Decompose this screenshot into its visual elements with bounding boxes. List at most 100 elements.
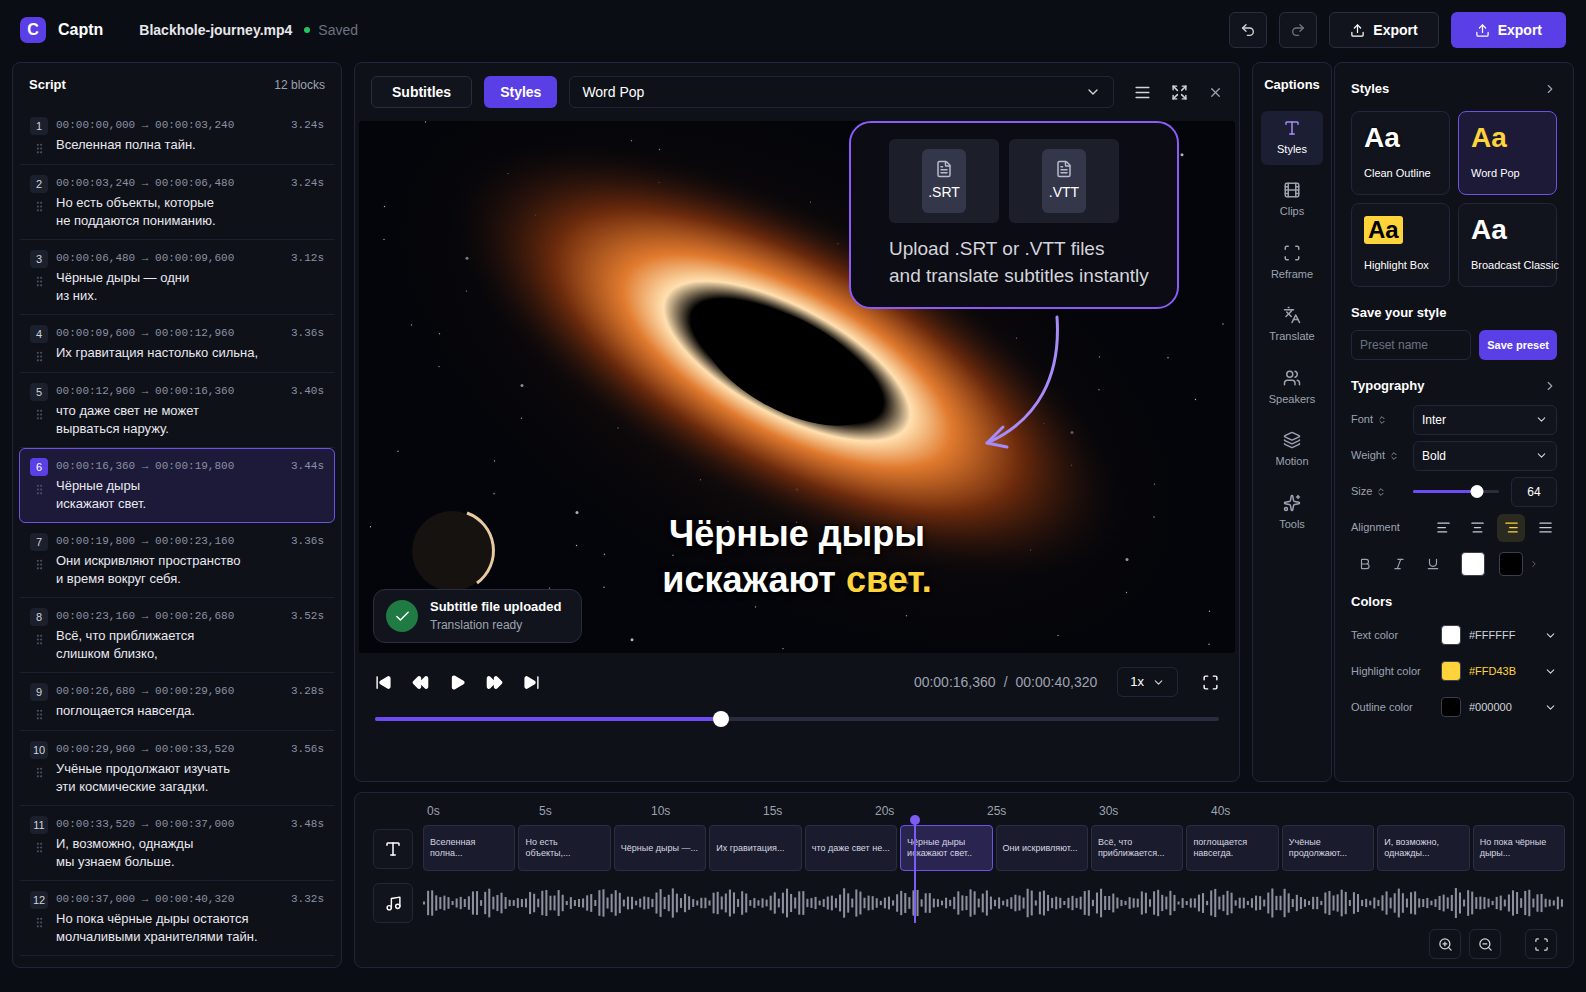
alignment-button[interactable]	[1463, 514, 1491, 542]
block-text[interactable]: что даже свет не можетвырваться наружу.	[56, 402, 324, 438]
format-button[interactable]	[1385, 550, 1413, 578]
block-text[interactable]: Всё, что приближаетсяслишком близко,	[56, 627, 324, 663]
script-block[interactable]: 1200:00:37,000 → 00:00:40,3203.32sНо пок…	[19, 881, 335, 956]
color-row[interactable]: Text color#FFFFFF	[1351, 619, 1557, 651]
style-preset-card[interactable]: AaBroadcast Classic	[1458, 203, 1557, 287]
script-block[interactable]: 100:00:00,000 → 00:00:03,2403.24sВселенн…	[19, 107, 335, 165]
script-block[interactable]: 800:00:23,160 → 00:00:26,6803.52sВсё, чт…	[19, 598, 335, 673]
nav-item[interactable]: Speakers	[1261, 361, 1323, 416]
drag-handle-icon[interactable]	[33, 633, 46, 646]
script-block[interactable]: 200:00:03,240 → 00:00:06,4803.24sНо есть…	[19, 165, 335, 240]
lines-icon[interactable]	[1134, 84, 1151, 101]
caption-clip[interactable]: Но пока чёрные дыры...	[1473, 825, 1565, 871]
script-block[interactable]: 1000:00:29,960 → 00:00:33,5203.56sУчёные…	[19, 731, 335, 806]
script-block[interactable]: 700:00:19,800 → 00:00:23,1603.36sОни иск…	[19, 523, 335, 598]
caption-clip[interactable]: поглощается навсегда.	[1186, 825, 1278, 871]
preset-name-input[interactable]	[1351, 330, 1471, 360]
fast-forward-icon[interactable]	[486, 674, 503, 691]
nav-item[interactable]: Tools	[1261, 486, 1323, 541]
typography-select[interactable]: Bold	[1413, 441, 1557, 471]
block-text[interactable]: И, возможно, однаждымы узнаем больше.	[56, 835, 324, 871]
zoom-out-button[interactable]	[1469, 929, 1501, 959]
speed-dropdown[interactable]: 1x	[1117, 667, 1178, 697]
skip-forward-icon[interactable]	[523, 674, 540, 691]
caption-clip[interactable]: Их гравитация...	[709, 825, 801, 871]
alignment-button[interactable]	[1497, 514, 1525, 542]
chevron-right-icon[interactable]	[1543, 82, 1557, 96]
color-swatch[interactable]	[1499, 552, 1523, 576]
preset-dropdown[interactable]: Word Pop	[569, 76, 1114, 108]
block-text[interactable]: Но есть объекты, которыене поддаются пон…	[56, 194, 324, 230]
script-block[interactable]: 300:00:06,480 → 00:00:09,6003.12sЧёрные …	[19, 240, 335, 315]
nav-item[interactable]: Reframe	[1261, 236, 1323, 291]
drag-handle-icon[interactable]	[33, 483, 46, 496]
color-swatch[interactable]	[1461, 552, 1485, 576]
caption-clip[interactable]: Они искривляют...	[996, 825, 1088, 871]
style-preset-card[interactable]: AaClean Outline	[1351, 111, 1450, 195]
progress-slider[interactable]	[375, 711, 1219, 727]
caption-clip[interactable]: Всё, что приближается...	[1091, 825, 1183, 871]
size-value[interactable]: 64	[1511, 477, 1557, 507]
undo-button[interactable]	[1229, 12, 1267, 48]
chevron-right-icon[interactable]	[1529, 559, 1539, 569]
caption-clip[interactable]: Чёрные дыры —...	[614, 825, 706, 871]
export-button[interactable]: Export	[1451, 12, 1566, 48]
drag-handle-icon[interactable]	[33, 916, 46, 929]
nav-item[interactable]: Styles	[1261, 111, 1323, 166]
zoom-in-button[interactable]	[1429, 929, 1461, 959]
alignment-button[interactable]	[1429, 514, 1457, 542]
rewind-icon[interactable]	[412, 674, 429, 691]
drag-handle-icon[interactable]	[33, 841, 46, 854]
size-slider[interactable]	[1413, 485, 1499, 499]
text-track-button[interactable]	[373, 829, 413, 869]
script-block[interactable]: 400:00:09,600 → 00:00:12,9603.36sИх грав…	[19, 315, 335, 373]
playhead[interactable]	[914, 819, 916, 923]
drag-handle-icon[interactable]	[33, 408, 46, 421]
drag-handle-icon[interactable]	[33, 708, 46, 721]
typography-select[interactable]: Inter	[1413, 405, 1557, 435]
play-icon[interactable]	[449, 674, 466, 691]
caption-clip[interactable]: Учёные продолжают...	[1282, 825, 1374, 871]
alignment-button[interactable]	[1531, 514, 1559, 542]
caption-clip[interactable]: Но есть объекты,...	[518, 825, 610, 871]
export-button[interactable]: Export	[1329, 12, 1438, 48]
block-text[interactable]: Вселенная полна тайн.	[56, 136, 324, 154]
nav-item[interactable]: Translate	[1261, 298, 1323, 353]
style-preset-card[interactable]: AaWord Pop	[1458, 111, 1557, 195]
format-button[interactable]	[1351, 550, 1379, 578]
nav-item[interactable]: Motion	[1261, 423, 1323, 478]
drag-handle-icon[interactable]	[33, 275, 46, 288]
nav-item[interactable]: Clips	[1261, 173, 1323, 228]
block-text[interactable]: Чёрные дырыискажают свет.	[56, 477, 324, 513]
color-row[interactable]: Highlight color#FFD43B	[1351, 655, 1557, 687]
save-preset-button[interactable]: Save preset	[1479, 330, 1557, 360]
caption-clip[interactable]: И, возможно, однажды...	[1377, 825, 1469, 871]
chevron-right-icon[interactable]	[1543, 379, 1557, 393]
close-icon[interactable]	[1208, 85, 1223, 100]
skip-back-icon[interactable]	[375, 674, 392, 691]
block-text[interactable]: поглощается навсегда.	[56, 702, 324, 720]
drag-handle-icon[interactable]	[33, 200, 46, 213]
block-text[interactable]: Но пока чёрные дыры остаютсямолчаливыми …	[56, 910, 324, 946]
drag-handle-icon[interactable]	[33, 350, 46, 363]
script-block[interactable]: 500:00:12,960 → 00:00:16,3603.40sчто даж…	[19, 373, 335, 448]
block-text[interactable]: Чёрные дыры — однииз них.	[56, 269, 324, 305]
file-name[interactable]: Blackhole-journey.mp4	[139, 20, 292, 41]
block-text[interactable]: Их гравитация настолько сильна,	[56, 344, 324, 362]
block-text[interactable]: Учёные продолжают изучатьэти космические…	[56, 760, 324, 796]
caption-clip[interactable]: что даже свет не...	[805, 825, 897, 871]
fit-button[interactable]	[1525, 929, 1557, 959]
style-preset-card[interactable]: AaHighlight Box	[1351, 203, 1450, 287]
caption-clip[interactable]: Вселенная полна...	[423, 825, 515, 871]
script-block[interactable]: 1100:00:33,520 → 00:00:37,0003.48sИ, воз…	[19, 806, 335, 881]
script-block[interactable]: 900:00:26,680 → 00:00:29,9603.28sпоглоща…	[19, 673, 335, 731]
editor-tab[interactable]: Styles	[484, 76, 557, 108]
audio-track-button[interactable]	[373, 883, 413, 923]
expand-icon[interactable]	[1171, 84, 1188, 101]
drag-handle-icon[interactable]	[33, 142, 46, 155]
script-block[interactable]: 600:00:16,360 → 00:00:19,8003.44sЧёрные …	[19, 448, 335, 523]
fullscreen-icon[interactable]	[1202, 674, 1219, 691]
color-row[interactable]: Outline color#000000	[1351, 691, 1557, 723]
editor-tab[interactable]: Subtitles	[371, 76, 472, 108]
drag-handle-icon[interactable]	[33, 766, 46, 779]
